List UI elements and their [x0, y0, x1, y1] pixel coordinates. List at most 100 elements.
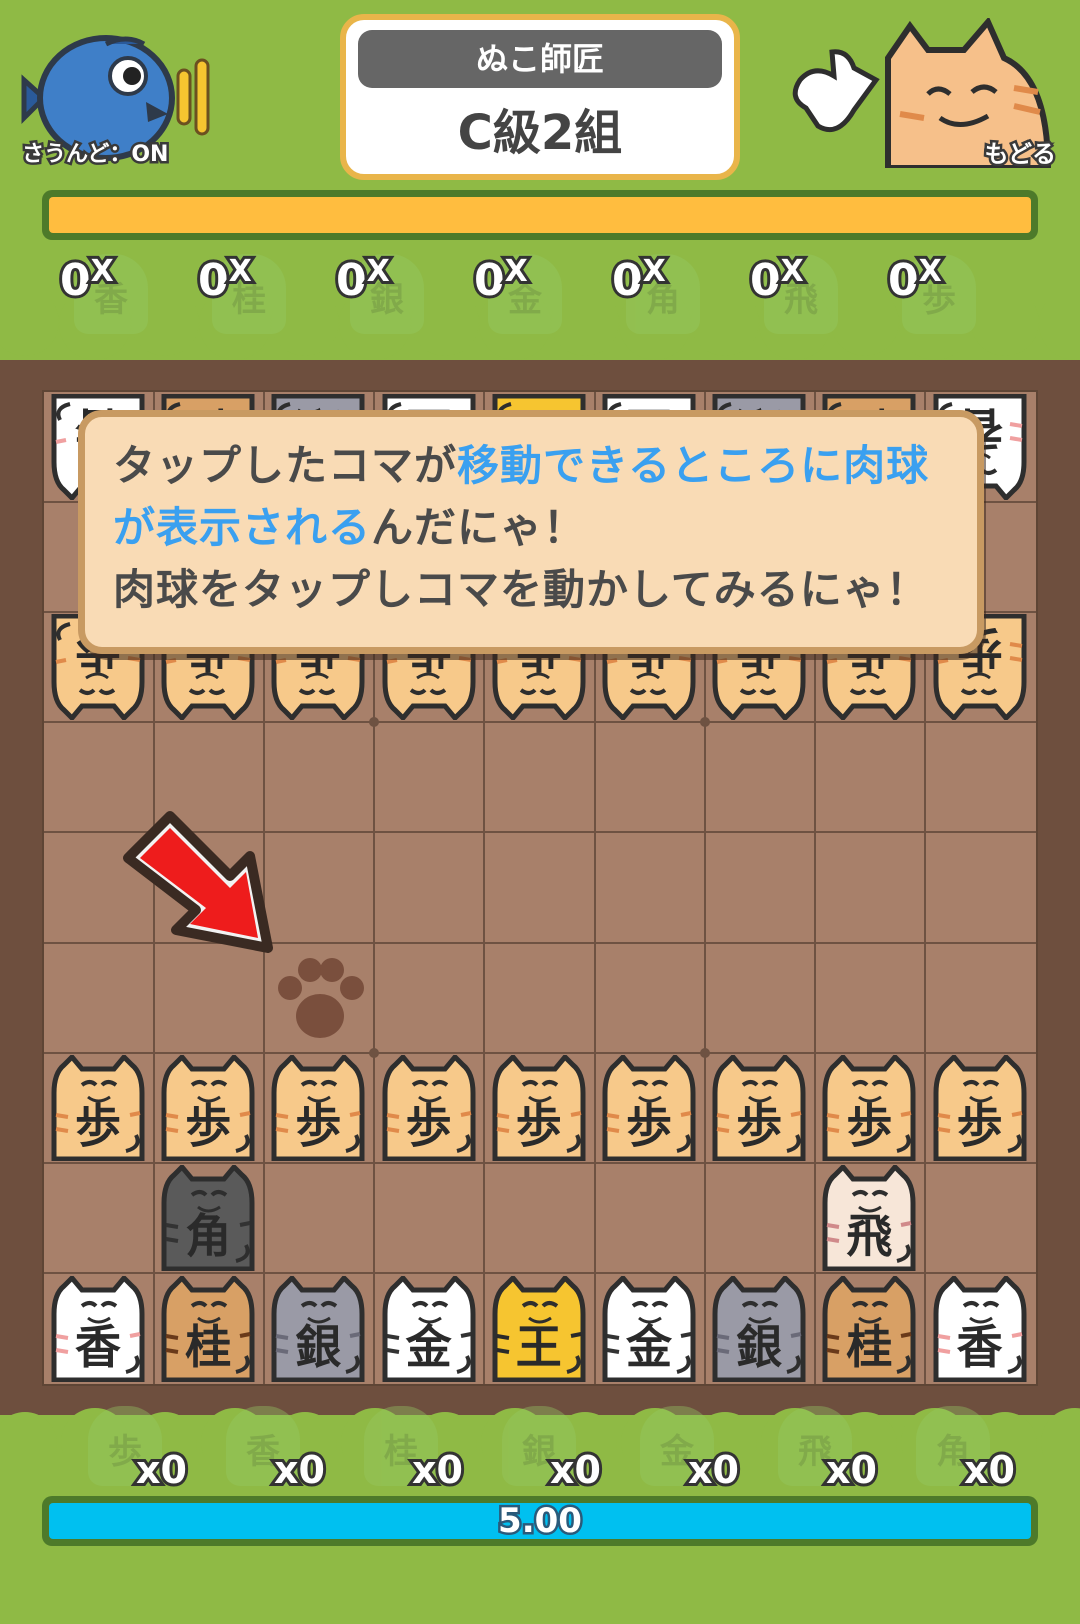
count-suffix: X — [916, 251, 945, 292]
back-label: もどる — [982, 138, 1058, 171]
piece-label: 歩 — [185, 1099, 232, 1154]
sound-status-label: さうんど：ON — [19, 140, 170, 170]
dialog-line-1: タップしたコマが移動できるところに肉球 — [113, 435, 949, 497]
count-suffix: X — [502, 251, 531, 292]
piece-label: 歩 — [75, 1099, 121, 1154]
player-piece[interactable]: 飛 — [817, 1165, 921, 1272]
captured-counter-opponent: 飛 0X — [740, 248, 850, 348]
progress-bar — [42, 190, 1038, 240]
player-piece[interactable]: 金 — [377, 1275, 481, 1382]
count-suffix: X — [364, 251, 393, 292]
captured-count: 0X — [471, 251, 531, 309]
count-suffix: X — [88, 251, 117, 292]
player-piece[interactable]: 角 — [156, 1165, 260, 1272]
captured-counter-opponent: 桂 0X — [188, 248, 298, 348]
piece-label: 香 — [956, 1319, 1003, 1374]
player-piece[interactable]: 桂 — [817, 1275, 921, 1382]
tutorial-dialog[interactable]: タップしたコマが移動できるところに肉球 が表示されるんだにゃ！ 肉球をタップしコ… — [78, 410, 984, 654]
captured-counter-opponent: 金 0X — [464, 248, 574, 348]
count-number: 0 — [609, 252, 646, 309]
count-suffix: X — [640, 251, 669, 292]
piece-label: 香 — [75, 1319, 121, 1374]
captured-counter-opponent: 銀 0X — [326, 248, 436, 348]
captured-counter-opponent: 香 0X — [50, 248, 160, 348]
count-number: 0 — [195, 252, 232, 309]
piece-label: 歩 — [736, 1099, 783, 1154]
player-piece[interactable]: 金 — [597, 1275, 701, 1382]
player-piece[interactable]: 歩 — [156, 1055, 260, 1162]
dialog-text-plain: んだにゃ！ — [371, 503, 587, 552]
count-number: 0 — [333, 252, 370, 309]
captured-count: 0X — [195, 251, 255, 309]
captured-count: 0X — [747, 251, 807, 309]
count-number: 0 — [471, 252, 508, 309]
player-piece[interactable]: 桂 — [156, 1275, 260, 1382]
piece-label: 王 — [515, 1319, 562, 1374]
piece-label: 金 — [405, 1319, 452, 1374]
red-arrow-icon — [123, 811, 273, 953]
piece-label: 桂 — [185, 1319, 232, 1374]
player-piece[interactable]: 歩 — [266, 1055, 370, 1162]
captured-count: 0X — [885, 251, 945, 309]
count-number: 0 — [885, 252, 922, 309]
player-piece[interactable]: 銀 — [707, 1275, 811, 1382]
player-piece[interactable]: 歩 — [707, 1055, 811, 1162]
timer-text: 5.00 — [496, 1499, 585, 1544]
dialog-text-highlight: 移動できるところに肉球 — [457, 441, 930, 490]
captured-count: x0 — [961, 1445, 1018, 1495]
captured-counter-player[interactable]: 飛 x0 — [778, 1400, 888, 1500]
captured-count: x0 — [547, 1445, 604, 1495]
player-piece[interactable]: 歩 — [928, 1055, 1032, 1162]
captured-counter-player[interactable]: 銀 x0 — [502, 1400, 612, 1500]
opponent-title-plate: ぬこ師匠 C級2組 — [340, 14, 740, 180]
captured-counter-player[interactable]: 歩 x0 — [88, 1400, 198, 1500]
piece-label: 歩 — [295, 1099, 342, 1154]
player-piece[interactable]: 王 — [487, 1275, 591, 1382]
captured-count: 0X — [333, 251, 393, 309]
piece-label: 金 — [626, 1319, 672, 1374]
player-piece[interactable]: 香 — [928, 1275, 1032, 1382]
piece-label: 歩 — [846, 1099, 893, 1154]
dialog-text-highlight: が表示される — [113, 503, 372, 552]
player-piece[interactable]: 歩 — [377, 1055, 481, 1162]
timer-bar: 5.00 — [42, 1496, 1038, 1546]
count-number: 0 — [747, 252, 784, 309]
captured-count: x0 — [409, 1445, 466, 1495]
dialog-line-3: 肉球をタップしコマを動かしてみるにゃ！ — [113, 565, 929, 614]
player-piece[interactable]: 歩 — [46, 1055, 150, 1162]
captured-count: x0 — [823, 1445, 880, 1495]
piece-label: 飛 — [846, 1209, 893, 1264]
progress-bar-fill — [49, 197, 1031, 233]
player-piece[interactable]: 銀 — [266, 1275, 370, 1382]
dialog-text-plain: タップしたコマが — [113, 441, 458, 490]
player-piece[interactable]: 歩 — [597, 1055, 701, 1162]
captured-counter-player[interactable]: 桂 x0 — [364, 1400, 474, 1500]
captured-count: 0X — [609, 251, 669, 309]
captured-count: x0 — [685, 1445, 742, 1495]
piece-label: 歩 — [956, 1099, 1003, 1154]
piece-label: 銀 — [295, 1319, 342, 1374]
captured-counter-player[interactable]: 角 x0 — [916, 1400, 1026, 1500]
captured-counter-opponent: 角 0X — [602, 248, 712, 348]
player-piece[interactable]: 香 — [46, 1275, 150, 1382]
piece-label: 歩 — [626, 1099, 672, 1154]
player-piece[interactable]: 歩 — [817, 1055, 921, 1162]
captured-count: 0X — [57, 251, 117, 309]
captured-count: x0 — [271, 1445, 328, 1495]
captured-count: x0 — [133, 1445, 190, 1495]
opponent-name: ぬこ師匠 — [358, 30, 722, 88]
piece-label: 角 — [185, 1209, 232, 1264]
piece-label: 銀 — [736, 1319, 783, 1374]
captured-counter-opponent: 歩 0X — [878, 248, 988, 348]
piece-label: 歩 — [405, 1099, 452, 1154]
captured-counter-player[interactable]: 金 x0 — [640, 1400, 750, 1500]
piece-label: 桂 — [846, 1319, 893, 1374]
piece-label: 歩 — [515, 1099, 562, 1154]
count-suffix: X — [226, 251, 255, 292]
count-number: 0 — [57, 252, 94, 309]
captured-counter-player[interactable]: 香 x0 — [226, 1400, 336, 1500]
dialog-line-2: が表示されるんだにゃ！ — [113, 497, 949, 559]
player-piece[interactable]: 歩 — [487, 1055, 591, 1162]
count-suffix: X — [778, 251, 807, 292]
opponent-rank: C級2組 — [457, 105, 623, 161]
